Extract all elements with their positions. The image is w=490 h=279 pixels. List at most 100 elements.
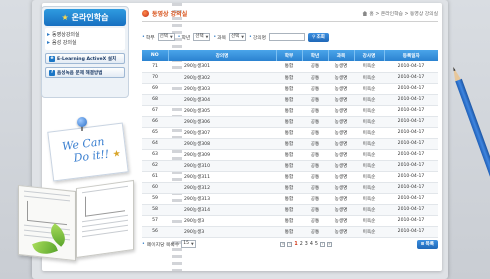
subject-select[interactable]: 선택 ▼ (228, 33, 246, 41)
recording-help-button[interactable]: ? 음성녹음 문제 해결방법 (45, 67, 125, 78)
cell-no: 61 (152, 174, 158, 179)
page-link[interactable]: 1 (294, 242, 297, 247)
cell-lecture-name[interactable]: 290농생3 (168, 226, 276, 237)
sidebar-title: ★ 온라인학습 (44, 9, 126, 26)
cell-lecture-name[interactable]: 290농생310 (168, 160, 276, 171)
table-row[interactable]: 60 290농생312 통합 공통 농생명 이옥순 2010-04-17 (142, 182, 438, 193)
dropdown-arrow-icon: ▼ (205, 35, 209, 39)
sidebar-item-audio-lecture[interactable]: ▸ 음성 강의실 (47, 39, 123, 47)
page-link[interactable]: 5 (315, 242, 318, 247)
table-row[interactable]: 69 290농생303 통합 공통 농생명 이옥순 2010-04-17 (142, 83, 438, 94)
pushpin-icon (77, 117, 87, 127)
table-row[interactable]: 58 290농생314 통합 공통 농생명 이옥순 2010-04-17 (142, 204, 438, 215)
lecture-name-input[interactable] (269, 33, 306, 41)
cell-lecture-name[interactable]: 290농생303 (168, 83, 276, 94)
cell-dept: 통합 (284, 141, 294, 147)
pencil-icon (450, 65, 490, 241)
cell-date: 2010-04-17 (397, 119, 425, 124)
cell-no: 57 (152, 218, 158, 223)
table-row[interactable]: 61 290농생311 통합 공통 농생명 이옥순 2010-04-17 (142, 171, 438, 182)
page-link[interactable]: 2 (300, 242, 303, 247)
cell-instructor: 이옥순 (362, 97, 376, 103)
grade-select[interactable]: 선택 ▼ (193, 33, 211, 41)
table-row[interactable]: 62 290농생310 통합 공통 농생명 이옥순 2010-04-17 (142, 160, 438, 171)
cell-grade: 공통 (310, 119, 320, 125)
cell-subject: 농생명 (334, 141, 348, 147)
book-right-page (76, 179, 134, 259)
cell-lecture-name[interactable]: 290농생313 (168, 193, 276, 204)
breadcrumb: 홈 > 온라인학습 > 동영상 강의실 (362, 10, 438, 17)
table-row[interactable]: 57 290농생3 통합 공통 농생명 이옥순 2010-04-17 (142, 215, 438, 226)
lecture-table: NO 강의명 학부 학년 과목 강사명 등록일자 71 290농생301 통합 공통 농… (142, 50, 438, 238)
table-row[interactable]: 63 290농생309 통합 공통 농생명 이옥순 2010-04-17 (142, 149, 438, 160)
cell-instructor: 이옥순 (362, 119, 376, 125)
activex-install-button[interactable]: e E-Learning ActiveX 설치 (45, 53, 125, 64)
col-dept: 학부 (276, 50, 303, 61)
cell-instructor: 이옥순 (362, 130, 376, 136)
cell-lecture-name[interactable]: 290농생305 (168, 105, 276, 116)
we-can-do-it-note: We Can Do it!! ★ (47, 122, 129, 182)
cell-lecture-name[interactable]: 290농생312 (168, 182, 276, 193)
col-subject: 과목 (328, 50, 355, 61)
cell-date: 2010-04-17 (397, 75, 425, 80)
cell-lecture-name[interactable]: 290농생314 (168, 204, 276, 215)
dept-select[interactable]: 선택 ▼ (157, 33, 175, 41)
last-page-icon[interactable]: » (326, 241, 332, 247)
cell-lecture-name[interactable]: 290농생308 (168, 138, 276, 149)
cell-grade: 공통 (310, 185, 320, 191)
cell-date: 2010-04-17 (397, 207, 425, 212)
cell-lecture-name[interactable]: 290농생3 (168, 215, 276, 226)
cell-lecture-name[interactable]: 290농생301 (168, 61, 276, 72)
list-button[interactable]: ≡ 목록 (416, 239, 438, 249)
cell-date: 2010-04-17 (397, 174, 425, 179)
cell-grade: 공통 (310, 130, 320, 136)
col-grade: 학년 (302, 50, 329, 61)
cell-dept: 통합 (284, 229, 294, 235)
cell-dept: 통합 (284, 218, 294, 224)
table-row[interactable]: 67 290농생305 통합 공통 농생명 이옥순 2010-04-17 (142, 105, 438, 116)
cell-date: 2010-04-17 (397, 108, 425, 113)
first-page-icon[interactable]: « (280, 241, 286, 247)
dropdown-arrow-icon: ▼ (191, 242, 194, 246)
cell-date: 2010-04-17 (397, 152, 425, 157)
sidebar-item-video-lecture[interactable]: ▸ 동영상강의실 (47, 31, 123, 39)
table-row[interactable]: 56 290농생3 통합 공통 농생명 이옥순 2010-04-17 (142, 226, 438, 237)
cell-subject: 농생명 (334, 75, 348, 81)
next-page-icon[interactable]: › (319, 241, 325, 247)
cell-lecture-name[interactable]: 290농생304 (168, 94, 276, 105)
cell-lecture-name[interactable]: 290농생306 (168, 116, 276, 127)
table-row[interactable]: 66 290농생306 통합 공통 농생명 이옥순 2010-04-17 (142, 116, 438, 127)
table-row[interactable]: 65 290농생307 통합 공통 농생명 이옥순 2010-04-17 (142, 127, 438, 138)
cell-subject: 농생명 (334, 86, 348, 92)
table-footer: • 페이지당 목록수 15 ▼ « ‹ 12345 › » ≡ 목록 (142, 238, 438, 250)
page-link[interactable]: 3 (305, 242, 308, 247)
lecture-name-label: • 강의명 (248, 34, 267, 41)
rows-per-page-select[interactable]: 15 ▼ (181, 240, 196, 248)
cell-dept: 통합 (284, 185, 294, 191)
cell-no: 59 (152, 196, 158, 201)
page-link[interactable]: 4 (310, 242, 313, 247)
cell-grade: 공통 (310, 207, 320, 213)
cell-subject: 농생명 (334, 196, 348, 202)
prev-page-icon[interactable]: ‹ (287, 241, 293, 247)
search-button[interactable]: ⚲ 조회 (308, 32, 329, 42)
table-row[interactable]: 68 290농생304 통합 공통 농생명 이옥순 2010-04-17 (142, 94, 438, 105)
col-lecture-name: 강의명 (168, 50, 277, 61)
cell-date: 2010-04-17 (397, 130, 425, 135)
cell-subject: 농생명 (334, 174, 348, 180)
cell-no: 68 (152, 97, 158, 102)
cell-instructor: 이옥순 (362, 196, 376, 202)
cell-subject: 농생명 (334, 97, 348, 103)
cell-lecture-name[interactable]: 290농생309 (168, 149, 276, 160)
cell-lecture-name[interactable]: 290농생311 (168, 171, 276, 182)
table-row[interactable]: 71 290농생301 통합 공통 농생명 이옥순 2010-04-17 (142, 61, 438, 72)
cell-grade: 공통 (310, 174, 320, 180)
cell-dept: 통합 (284, 196, 294, 202)
cell-lecture-name[interactable]: 290농생307 (168, 127, 276, 138)
cell-date: 2010-04-17 (397, 218, 425, 223)
cell-instructor: 이옥순 (362, 218, 376, 224)
table-row[interactable]: 70 290농생302 통합 공통 농생명 이옥순 2010-04-17 (142, 72, 438, 83)
table-row[interactable]: 59 290농생313 통합 공통 농생명 이옥순 2010-04-17 (142, 193, 438, 204)
table-row[interactable]: 64 290농생308 통합 공통 농생명 이옥순 2010-04-17 (142, 138, 438, 149)
cell-lecture-name[interactable]: 290농생302 (168, 72, 276, 83)
